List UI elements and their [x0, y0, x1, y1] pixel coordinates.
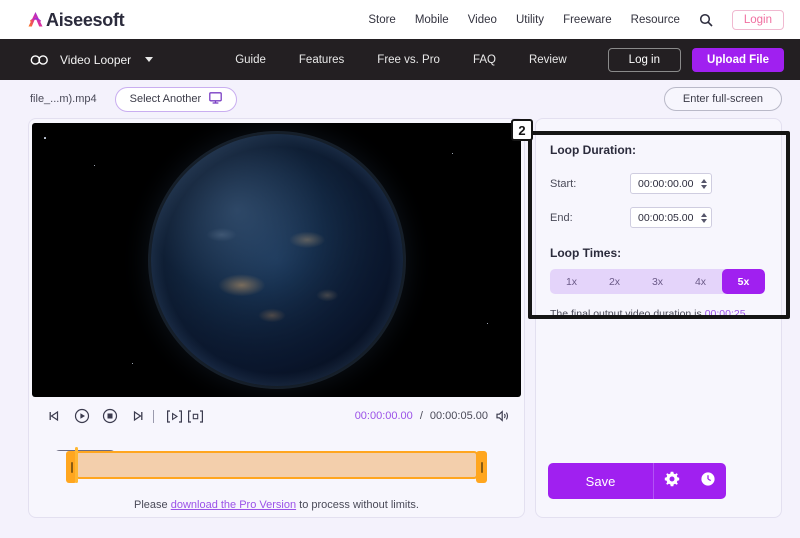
output-note-prefix: The final output video duration is: [550, 308, 705, 320]
loop-duration-title: Loop Duration:: [550, 143, 636, 157]
loop-times-title: Loop Times:: [550, 246, 622, 260]
trim-clip-region[interactable]: [66, 451, 487, 483]
timeline: 00:00:00.00: [29, 447, 524, 483]
star-speck: [44, 137, 46, 139]
time-display: 00:00:00.00 / 00:00:05.00: [355, 409, 510, 423]
start-spinner-icon[interactable]: [701, 178, 707, 189]
start-time-stepper[interactable]: 00:00:00.00: [630, 173, 712, 194]
star-speck: [487, 323, 489, 325]
brand-name: Aiseesoft: [46, 9, 125, 30]
settings-panel: 2 Loop Duration: Start: 00:00:00.00 End:…: [511, 118, 790, 518]
upload-file-button[interactable]: Upload File: [692, 47, 784, 72]
loop-times-selector: 1x 2x 3x 4x 5x: [550, 269, 765, 294]
control-divider: [153, 409, 154, 423]
nav-item-faq[interactable]: FAQ: [473, 54, 496, 66]
start-time-row: Start: 00:00:00.00: [550, 173, 765, 194]
save-button[interactable]: Save: [548, 463, 654, 499]
nav-item-free-vs-pro[interactable]: Free vs. Pro: [377, 54, 440, 66]
product-navbar: Video Looper Guide Features Free vs. Pro…: [0, 39, 800, 80]
history-button[interactable]: [690, 463, 726, 499]
select-another-button[interactable]: Select Another: [114, 86, 238, 112]
chevron-down-icon[interactable]: [145, 57, 154, 62]
start-time-value[interactable]: 00:00:00.00: [638, 178, 701, 190]
total-time-label: 00:00:05.00: [429, 410, 488, 422]
product-selector[interactable]: Video Looper: [30, 52, 154, 67]
aiseesoft-logo-icon: [26, 10, 45, 29]
output-duration-value: 00:00:25: [704, 308, 746, 320]
playhead-marker[interactable]: [75, 447, 78, 483]
gear-icon: [664, 471, 680, 492]
top-navigation: Store Mobile Video Utility Freeware Reso…: [368, 9, 784, 30]
loop-option-2x[interactable]: 2x: [593, 269, 636, 294]
topnav-item-resource[interactable]: Resource: [631, 14, 680, 26]
save-actions: Save: [536, 463, 781, 517]
topnav-item-freeware[interactable]: Freeware: [563, 14, 612, 26]
trim-markers: [166, 409, 204, 424]
loop-settings: Loop Duration: Start: 00:00:00.00 End: 0…: [536, 119, 781, 320]
loop-option-5x[interactable]: 5x: [722, 269, 765, 294]
settings-button[interactable]: [654, 463, 690, 499]
loop-option-3x[interactable]: 3x: [636, 269, 679, 294]
loop-option-4x[interactable]: 4x: [679, 269, 722, 294]
trim-handle-right[interactable]: [476, 451, 487, 483]
earth-globe-image: [147, 131, 406, 389]
clock-icon: [700, 471, 716, 492]
mark-in-icon[interactable]: [166, 409, 183, 424]
end-spinner-icon[interactable]: [701, 212, 707, 223]
end-label: End:: [550, 211, 573, 224]
save-button-group: Save: [548, 463, 726, 499]
login-button[interactable]: Log in: [607, 47, 682, 72]
video-preview[interactable]: [32, 123, 521, 397]
select-another-label: Select Another: [129, 93, 202, 105]
nav-item-features[interactable]: Features: [299, 54, 344, 66]
file-toolbar: file_...m).mp4 Select Another Enter full…: [0, 80, 800, 118]
download-pro-version-link[interactable]: download the Pro Version: [171, 499, 296, 511]
top-header: Aiseesoft Store Mobile Video Utility Fre…: [0, 0, 800, 39]
play-icon[interactable]: [74, 408, 90, 424]
topnav-item-store[interactable]: Store: [368, 14, 396, 26]
nav-item-review[interactable]: Review: [529, 54, 567, 66]
enter-fullscreen-button[interactable]: Enter full-screen: [663, 87, 782, 111]
output-duration-note: The final output video duration is 00:00…: [550, 308, 765, 320]
start-label: Start:: [550, 177, 577, 190]
end-time-row: End: 00:00:05.00: [550, 207, 765, 228]
monitor-icon: [209, 91, 223, 107]
star-speck: [452, 153, 454, 155]
topnav-item-mobile[interactable]: Mobile: [415, 14, 449, 26]
preview-card: 00:00:00.00 / 00:00:05.00 00:00:00.00: [28, 118, 525, 518]
volume-icon[interactable]: [495, 409, 510, 423]
next-frame-icon[interactable]: [130, 409, 145, 423]
main-content: 00:00:00.00 / 00:00:05.00 00:00:00.00: [0, 118, 800, 518]
timeline-track[interactable]: [47, 447, 506, 483]
infinity-icon: [30, 54, 49, 66]
pro-note-suffix: to process without limits.: [296, 499, 419, 511]
transport-controls: [47, 408, 145, 424]
topnav-item-video[interactable]: Video: [468, 14, 497, 26]
product-nav-links: Guide Features Free vs. Pro FAQ Review L…: [235, 47, 784, 72]
time-separator: /: [419, 410, 423, 422]
end-time-stepper[interactable]: 00:00:05.00: [630, 207, 712, 228]
player-controls: 00:00:00.00 / 00:00:05.00: [29, 399, 524, 433]
app-root: Aiseesoft Store Mobile Video Utility Fre…: [0, 0, 800, 538]
mark-out-icon[interactable]: [187, 409, 204, 424]
current-time-label: 00:00:00.00: [354, 410, 413, 422]
loop-option-1x[interactable]: 1x: [550, 269, 593, 294]
stop-icon[interactable]: [102, 408, 118, 424]
product-name-label: Video Looper: [60, 52, 132, 67]
login-button-top[interactable]: Login: [731, 9, 784, 30]
star-speck: [94, 165, 96, 167]
search-icon[interactable]: [699, 13, 713, 27]
brand-logo[interactable]: Aiseesoft: [26, 9, 125, 30]
pro-note-prefix: Please: [134, 499, 171, 511]
end-time-value[interactable]: 00:00:05.00: [638, 212, 701, 224]
pro-version-note: Please download the Pro Version to proce…: [29, 499, 524, 511]
current-filename: file_...m).mp4: [30, 93, 97, 105]
topnav-item-utility[interactable]: Utility: [516, 14, 544, 26]
nav-item-guide[interactable]: Guide: [235, 54, 266, 66]
previous-frame-icon[interactable]: [47, 409, 62, 423]
star-speck: [132, 363, 134, 365]
nav-actions: Log in Upload File: [607, 47, 784, 72]
